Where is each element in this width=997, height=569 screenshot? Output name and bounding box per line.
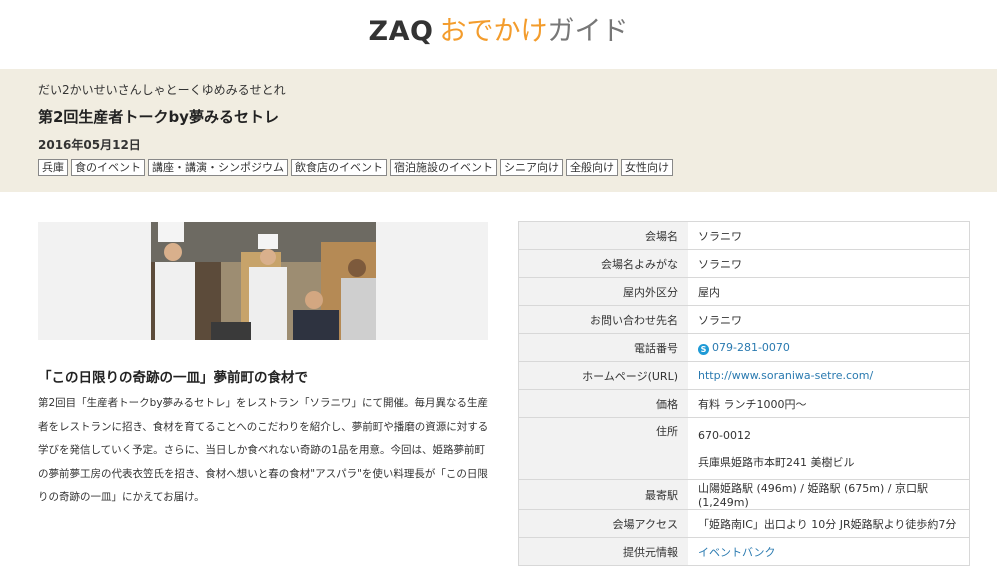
event-image-frame xyxy=(38,222,488,340)
info-label: 会場名 xyxy=(518,221,688,250)
info-row-station: 最寄駅 山陽姫路駅 (496m) / 姫路駅 (675m) / 京口駅 (1,2… xyxy=(518,479,970,510)
info-value: 屋内 xyxy=(688,277,970,306)
info-row-contact: お問い合わせ先名 ソラニワ xyxy=(518,305,970,334)
info-row-homepage: ホームページ(URL) http://www.soraniwa-setre.co… xyxy=(518,361,970,390)
logo-guide: ガイド xyxy=(547,16,629,47)
address-street: 兵庫県姫路市本町241 美樹ビル xyxy=(698,455,855,469)
info-row-indoor: 屋内外区分 屋内 xyxy=(518,277,970,306)
phone-link[interactable]: 079-281-0070 xyxy=(712,341,790,354)
event-header: だい2かいせいさんしゃとーくゆめみるせとれ 第2回生産者トークby夢みるセトレ … xyxy=(0,69,997,192)
address-zip: 670-0012 xyxy=(698,428,751,442)
info-row-access: 会場アクセス 「姫路南IC」出口より 10分 JR姫路駅より徒歩約7分 xyxy=(518,509,970,538)
info-value: S 079-281-0070 xyxy=(688,333,970,362)
event-reading: だい2かいせいさんしゃとーくゆめみるせとれ xyxy=(38,83,286,97)
info-value: ソラニワ xyxy=(688,305,970,334)
info-label: 屋内外区分 xyxy=(518,277,688,306)
tag[interactable]: 女性向け xyxy=(621,159,673,176)
tag[interactable]: 食のイベント xyxy=(71,159,145,176)
info-label: 会場アクセス xyxy=(518,509,688,538)
info-value: ソラニワ xyxy=(688,221,970,250)
article-description: 第2回目「生産者トークby夢みるセトレ」をレストラン「ソラニワ」にて開催。毎月異… xyxy=(38,397,489,503)
logo-odekake: おでかけ xyxy=(439,16,548,47)
info-label: 電話番号 xyxy=(518,333,688,362)
article-subhead: 「この日限りの奇跡の一皿」夢前町の食材で xyxy=(38,370,308,386)
event-title: 第2回生産者トークby夢みるセトレ xyxy=(38,108,279,126)
info-label: 会場名よみがな xyxy=(518,249,688,278)
tag[interactable]: 全般向け xyxy=(566,159,618,176)
info-value: 「姫路南IC」出口より 10分 JR姫路駅より徒歩約7分 xyxy=(688,509,970,538)
info-value: ソラニワ xyxy=(688,249,970,278)
info-label: 最寄駅 xyxy=(518,479,688,510)
info-label: ホームページ(URL) xyxy=(518,361,688,390)
info-value: 670-0012 兵庫県姫路市本町241 美樹ビル xyxy=(688,417,970,480)
tag-list: 兵庫 食のイベント 講座・講演・シンポジウム 飲食店のイベント 宿泊施設のイベン… xyxy=(38,159,673,176)
info-row-source: 提供元情報 イベントバンク xyxy=(518,537,970,566)
skype-phone-icon[interactable]: S xyxy=(698,343,709,355)
homepage-link[interactable]: http://www.soraniwa-setre.com/ xyxy=(698,369,873,382)
info-label: 価格 xyxy=(518,389,688,418)
site-header: ZAQ おでかけガイド xyxy=(0,0,997,69)
info-row-price: 価格 有料 ランチ1000円〜 xyxy=(518,389,970,418)
info-label: 住所 xyxy=(518,417,688,480)
info-value: 有料 ランチ1000円〜 xyxy=(688,389,970,418)
source-link[interactable]: イベントバンク xyxy=(698,546,776,559)
tag[interactable]: シニア向け xyxy=(500,159,563,176)
tag[interactable]: 飲食店のイベント xyxy=(291,159,387,176)
tag[interactable]: 宿泊施設のイベント xyxy=(390,159,497,176)
info-row-venue-kana: 会場名よみがな ソラニワ xyxy=(518,249,970,278)
tag[interactable]: 兵庫 xyxy=(38,159,68,176)
site-logo[interactable]: ZAQ おでかけガイド xyxy=(0,14,997,50)
info-row-venue: 会場名 ソラニワ xyxy=(518,221,970,250)
info-value: http://www.soraniwa-setre.com/ xyxy=(688,361,970,390)
event-photo xyxy=(151,222,376,340)
event-date: 2016年05月12日 xyxy=(38,138,141,152)
info-value: イベントバンク xyxy=(688,537,970,566)
tag[interactable]: 講座・講演・シンポジウム xyxy=(148,159,288,176)
info-label: 提供元情報 xyxy=(518,537,688,566)
info-row-phone: 電話番号 S 079-281-0070 xyxy=(518,333,970,362)
info-row-address: 住所 670-0012 兵庫県姫路市本町241 美樹ビル xyxy=(518,417,970,480)
logo-zaq: ZAQ xyxy=(368,16,434,47)
event-info-table: 会場名 ソラニワ 会場名よみがな ソラニワ 屋内外区分 屋内 お問い合わせ先名 … xyxy=(518,221,970,566)
info-label: お問い合わせ先名 xyxy=(518,305,688,334)
info-value: 山陽姫路駅 (496m) / 姫路駅 (675m) / 京口駅 (1,249m) xyxy=(688,479,970,510)
